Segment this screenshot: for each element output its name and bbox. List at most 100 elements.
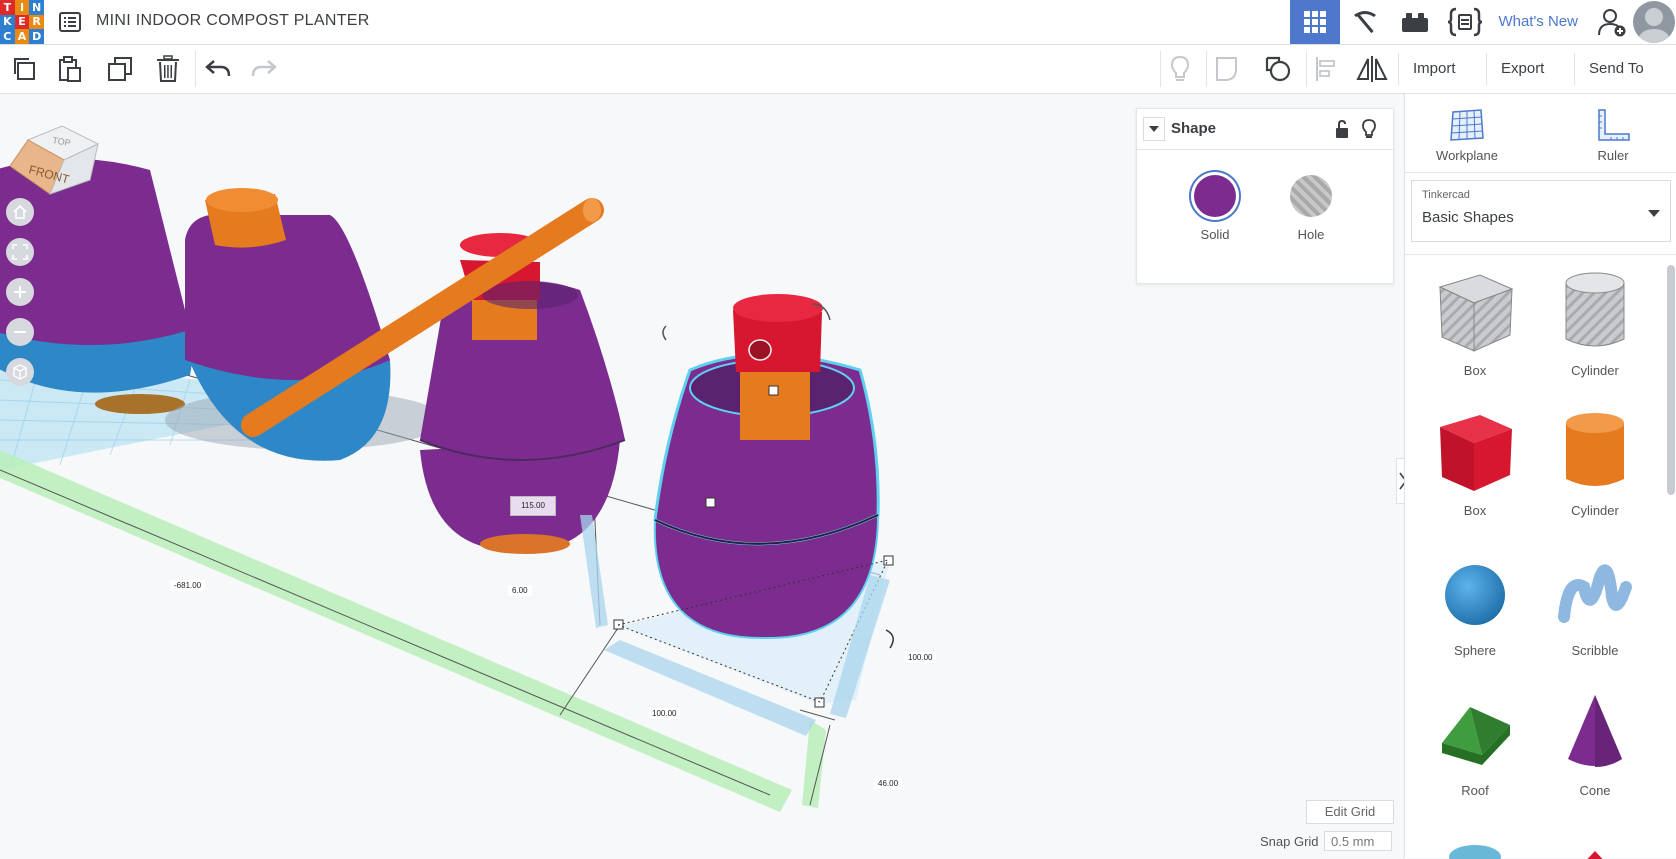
tinkercad-logo[interactable]: T I N K E R C A D bbox=[0, 0, 44, 44]
copy-button[interactable] bbox=[8, 53, 40, 85]
length-dimension-label[interactable]: 100.00 bbox=[648, 708, 681, 719]
redo-button[interactable] bbox=[248, 53, 280, 85]
toolbar-divider bbox=[195, 51, 196, 87]
grid-icon bbox=[1304, 11, 1327, 33]
selected-planter-model[interactable] bbox=[620, 294, 890, 704]
send-to-button[interactable]: Send To bbox=[1574, 53, 1658, 85]
height-dimension-label[interactable]: 115.00 bbox=[510, 496, 556, 516]
zoom-out-button[interactable] bbox=[6, 318, 34, 346]
user-avatar[interactable] bbox=[1633, 1, 1675, 43]
align-button[interactable] bbox=[1310, 53, 1342, 85]
workplane-tool[interactable]: Workplane bbox=[1417, 108, 1517, 163]
shape-cylinder-hole[interactable]: Cylinder bbox=[1535, 267, 1655, 378]
scribble-icon bbox=[1558, 564, 1632, 623]
width-dimension-label[interactable]: 100.00 bbox=[904, 652, 937, 663]
y-position-label[interactable]: 46.00 bbox=[874, 778, 903, 789]
shape-panel-title: Shape bbox=[1171, 120, 1217, 137]
shape-scribble[interactable]: Scribble bbox=[1535, 547, 1655, 658]
duplicate-button[interactable] bbox=[104, 53, 136, 85]
shape-cylinder[interactable]: Cylinder bbox=[1535, 407, 1655, 518]
paste-icon bbox=[59, 56, 81, 82]
hole-option[interactable]: Hole bbox=[1281, 175, 1341, 242]
box-hole-icon bbox=[1438, 274, 1514, 352]
x-position-label[interactable]: -681.00 bbox=[170, 580, 206, 591]
elevation-label[interactable]: 6.00 bbox=[508, 585, 532, 596]
shape-box[interactable]: Box bbox=[1415, 407, 1535, 518]
collapse-panel-button[interactable] bbox=[1143, 117, 1165, 141]
home-icon bbox=[13, 204, 27, 219]
shape-library-select[interactable]: Tinkercad Basic Shapes bbox=[1411, 180, 1671, 242]
box-icon bbox=[1440, 415, 1512, 491]
solid-option[interactable]: Solid bbox=[1185, 175, 1245, 242]
add-user-icon bbox=[1598, 9, 1626, 37]
ruler-tool[interactable]: Ruler bbox=[1563, 108, 1663, 163]
whats-new-link[interactable]: What's New bbox=[1490, 0, 1592, 44]
shapes-scrollbar[interactable] bbox=[1667, 265, 1675, 495]
view-cube[interactable]: TOP FRONT bbox=[9, 120, 100, 205]
minus-icon bbox=[14, 331, 26, 333]
edit-grid-button[interactable]: Edit Grid bbox=[1306, 800, 1394, 824]
cylinder-icon bbox=[1566, 413, 1624, 486]
ungroup-button[interactable] bbox=[1262, 53, 1294, 85]
roof-icon bbox=[1442, 707, 1510, 765]
logo-letter: T bbox=[0, 0, 15, 15]
project-title[interactable]: MINI INDOOR COMPOST PLANTER bbox=[96, 0, 370, 44]
invite-user-button[interactable] bbox=[1592, 0, 1632, 44]
mirror-icon bbox=[1356, 56, 1388, 82]
mirror-button[interactable] bbox=[1356, 53, 1388, 85]
paste-button[interactable] bbox=[54, 53, 86, 85]
3d-design-view-button[interactable] bbox=[1290, 0, 1341, 44]
unlock-icon bbox=[1336, 119, 1348, 138]
snap-grid-value: 0.5 mm bbox=[1331, 834, 1375, 849]
bricks-view-button[interactable] bbox=[1390, 0, 1440, 44]
workplane-icon bbox=[1450, 109, 1484, 141]
shape-partial-next-row[interactable] bbox=[1535, 827, 1655, 859]
codeblocks-view-button[interactable] bbox=[1440, 0, 1490, 44]
undo-button[interactable] bbox=[202, 53, 234, 85]
logo-letter: C bbox=[0, 29, 15, 44]
rotate-handle[interactable] bbox=[885, 629, 894, 649]
sphere-icon bbox=[1445, 565, 1505, 625]
toolbar-divider bbox=[1160, 51, 1161, 87]
group-button[interactable] bbox=[1212, 53, 1244, 85]
top-right-controls: What's New bbox=[1290, 0, 1676, 44]
hide-button[interactable] bbox=[1361, 119, 1377, 144]
cone-icon bbox=[1568, 695, 1622, 767]
copy-icon bbox=[14, 58, 35, 80]
home-view-button[interactable] bbox=[6, 198, 34, 226]
delete-button[interactable] bbox=[152, 53, 184, 85]
edit-toolbar: Import Export Send To bbox=[0, 45, 1676, 94]
shape-roof[interactable]: Roof bbox=[1415, 687, 1535, 798]
snap-grid-select[interactable]: 0.5 mm bbox=[1324, 831, 1392, 851]
shape-sphere[interactable]: Sphere bbox=[1415, 547, 1535, 658]
shape-box-hole[interactable]: Box bbox=[1415, 267, 1535, 378]
hole-swatch[interactable] bbox=[1290, 175, 1332, 217]
fit-view-button[interactable] bbox=[6, 238, 34, 266]
toolbar-divider bbox=[1206, 51, 1207, 87]
logo-letter: I bbox=[14, 0, 30, 15]
import-button[interactable]: Import bbox=[1398, 53, 1470, 85]
shape-partial-next-row[interactable] bbox=[1415, 827, 1535, 859]
show-all-button[interactable] bbox=[1164, 53, 1196, 85]
ruler-icon bbox=[1598, 109, 1630, 141]
blocks-view-button[interactable] bbox=[1340, 0, 1390, 44]
undo-icon bbox=[205, 60, 231, 77]
zoom-in-button[interactable] bbox=[6, 278, 34, 306]
shapes-grid: Box Cylinder Box Cylinder Sphere Scribbl… bbox=[1405, 254, 1676, 859]
shapes-sidebar: Workplane Ruler Tinkercad Basic Shapes B… bbox=[1404, 94, 1676, 859]
rotate-handle[interactable] bbox=[662, 325, 667, 341]
group-icon bbox=[1216, 57, 1237, 81]
lock-button[interactable] bbox=[1333, 119, 1351, 144]
shape-label: Cylinder bbox=[1571, 363, 1619, 378]
export-button[interactable]: Export bbox=[1486, 53, 1558, 85]
library-caret bbox=[1648, 205, 1660, 223]
plus-icon bbox=[14, 286, 26, 298]
shape-label: Sphere bbox=[1454, 643, 1496, 658]
brick-icon bbox=[1402, 13, 1429, 32]
solid-color-swatch[interactable] bbox=[1194, 175, 1236, 217]
projection-toggle-button[interactable] bbox=[6, 358, 34, 386]
partial-shape-icon bbox=[1587, 851, 1603, 859]
shape-cone[interactable]: Cone bbox=[1535, 687, 1655, 798]
shape-label: Cylinder bbox=[1571, 503, 1619, 518]
design-menu-button[interactable] bbox=[56, 8, 84, 36]
